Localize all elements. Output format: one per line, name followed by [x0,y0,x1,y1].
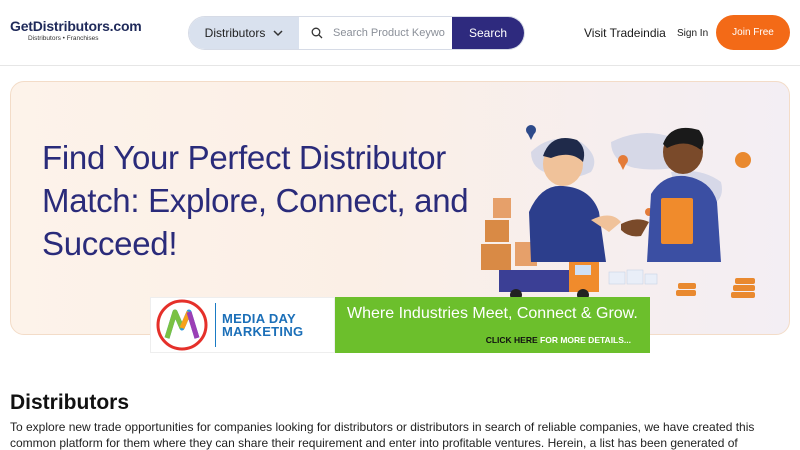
ad-cta-rest: FOR MORE DETAILS... [537,335,631,345]
site-header: GetDistributors.com Distributors • Franc… [0,0,800,66]
ad-brand-text: MEDIA DAY MARKETING [222,312,303,338]
media-day-marketing-ad[interactable]: MEDIA DAY MARKETING Where Industries Mee… [150,297,650,353]
ad-divider [215,303,216,347]
logo-text: GetDistributors.com [10,18,142,34]
ad-cta-bold: CLICK HERE [485,335,538,345]
distributors-heading: Distributors [10,391,130,414]
ad-brand-line2: MARKETING [222,324,304,339]
search-category-dropdown[interactable]: Distributors [189,17,299,49]
search-bar: Distributors Search [188,16,525,50]
hero-title: Find Your Perfect Distributor Match: Exp… [42,139,469,262]
handshake-illustration [481,125,755,301]
chevron-down-icon [273,29,283,36]
ad-cta-link[interactable]: CLICK HERE FOR MORE DETAILS... [486,335,631,345]
site-logo[interactable]: GetDistributors.com Distributors • Franc… [10,18,142,42]
search-icon [311,27,323,39]
ad-message-block: Where Industries Meet, Connect & Grow. C… [335,297,650,353]
ad-tagline: Where Industries Meet, Connect & Grow. [347,305,638,322]
search-category-label: Distributors [204,26,266,40]
join-free-button[interactable]: Join Free [716,15,790,50]
search-input[interactable] [333,27,445,39]
search-input-container [299,17,452,49]
ad-brand-block: MEDIA DAY MARKETING [150,297,335,353]
search-button[interactable]: Search [452,17,524,49]
media-day-logo-icon [156,299,208,351]
distributors-description: To explore new trade opportunities for c… [10,420,755,450]
visit-tradeindia-link[interactable]: Visit Tradeindia [584,26,666,40]
sign-in-link[interactable]: Sign In [677,28,708,39]
logo-tagline: Distributors • Franchises [28,35,99,42]
